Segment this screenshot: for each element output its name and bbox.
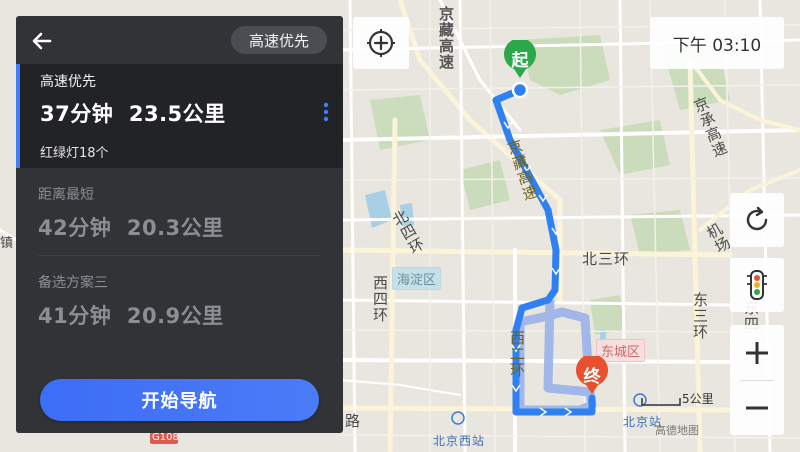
back-button[interactable] <box>28 27 56 55</box>
map-watermark: 高德地图 <box>655 424 699 437</box>
traffic-toggle-button[interactable] <box>730 258 784 312</box>
scale-label: 5公里 <box>682 392 714 406</box>
start-point-dot <box>511 81 529 99</box>
route-option-label: 距离最短 <box>38 187 94 203</box>
route-option-1[interactable]: 高速优先 37分钟 23.5公里 红绿灯18个 <box>16 64 343 168</box>
refresh-icon <box>746 206 768 231</box>
route-panel: 高速优先 高速优先 37分钟 23.5公里 红绿灯18个 距离最短 42分钟 2… <box>16 16 343 433</box>
end-marker-label: 终 <box>583 367 601 387</box>
scale-bar: 5公里 <box>640 392 728 408</box>
district-haidian: 海淀区 <box>392 267 442 290</box>
zoom-out-button[interactable] <box>730 380 784 435</box>
arrow-left-icon <box>32 32 52 50</box>
map-label-jingzang-top: 京藏高速 <box>437 6 455 70</box>
start-marker-label: 起 <box>511 51 529 71</box>
clock-display: 下午 03:10 <box>650 17 784 69</box>
start-navigation-button[interactable]: 开始导航 <box>40 379 319 421</box>
map-label-road-partial: 路 <box>345 412 362 430</box>
route-option-detail: 红绿灯18个 <box>40 146 109 161</box>
station-beijing-west: 北京西站 <box>433 434 486 448</box>
zoom-in-button[interactable] <box>730 325 784 380</box>
refresh-route-button[interactable] <box>730 193 784 247</box>
map-label-west-2nd-ring: 西二环 <box>508 330 526 378</box>
map-label-north-3rd-ring: 北三环 <box>582 250 631 268</box>
route-option-3[interactable]: 备选方案三 41分钟 20.9公里 <box>16 256 343 346</box>
locate-button[interactable] <box>353 17 409 69</box>
end-marker: 终 <box>574 354 610 396</box>
clock-time: 下午 03:10 <box>672 35 762 56</box>
route-preference-chip[interactable]: 高速优先 <box>230 26 327 54</box>
map-label-east-3rd-ring: 东三环 <box>691 292 709 340</box>
traffic-light-icon <box>747 270 767 300</box>
vertical-dots-icon[interactable] <box>323 102 329 122</box>
crosshair-plus-icon <box>367 29 395 57</box>
route-option-summary: 41分钟 20.9公里 <box>38 304 224 328</box>
route-option-summary: 42分钟 20.3公里 <box>38 216 224 240</box>
start-marker: 起 <box>502 38 538 80</box>
plus-icon <box>746 341 768 364</box>
route-option-label: 备选方案三 <box>38 275 108 291</box>
route-option-label: 高速优先 <box>40 74 96 90</box>
road-badge-g108: G108 <box>152 432 179 443</box>
minus-icon <box>746 406 768 409</box>
parks <box>370 35 730 335</box>
panel-header: 高速优先 <box>16 16 343 64</box>
map-label-west-4th-ring: 西四环 <box>371 275 389 323</box>
route-option-summary: 37分钟 23.5公里 <box>40 102 226 126</box>
route-option-2[interactable]: 距离最短 42分钟 20.3公里 <box>16 168 343 256</box>
zoom-controls <box>730 325 784 435</box>
map-label-zhen-partial: 镇 <box>0 236 15 251</box>
